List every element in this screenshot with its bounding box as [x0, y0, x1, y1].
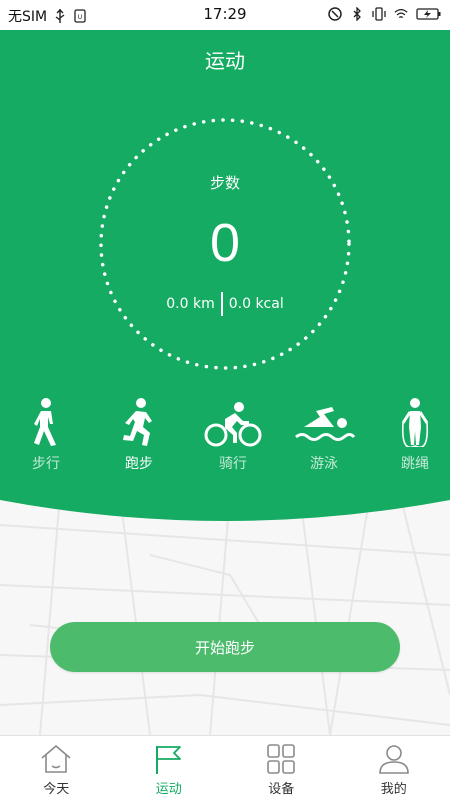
user-icon	[378, 745, 409, 774]
battery-charging-icon	[416, 6, 442, 22]
mode-jump-rope[interactable]: 跳绳	[375, 397, 450, 482]
tab-devices[interactable]: 设备	[225, 736, 338, 800]
stats-row: 0.0 km 0.0 kcal	[0, 292, 450, 316]
swimming-icon	[295, 407, 356, 441]
sport-modes: 步行 跑步 骑行 游泳 跳绳	[0, 397, 450, 482]
bottom-tab-bar: 今天 运动 设备 我的	[0, 735, 450, 800]
steps-value: 0	[209, 213, 241, 273]
running-icon	[123, 398, 152, 446]
vibrate-icon	[372, 6, 386, 22]
flag-icon	[155, 746, 181, 774]
mode-swimming[interactable]: 游泳	[284, 397, 364, 482]
dnd-icon	[328, 6, 342, 22]
bluetooth-icon	[350, 6, 364, 22]
mode-running[interactable]: 跑步	[99, 397, 179, 482]
mode-label-walking: 步行	[32, 456, 60, 472]
mode-label-cycling: 骑行	[219, 456, 247, 472]
steps-label: 步数	[209, 174, 240, 192]
tab-mine[interactable]: 我的	[338, 736, 450, 800]
mode-cycling[interactable]: 骑行	[193, 397, 273, 482]
calories-value: 0.0 kcal	[228, 296, 284, 312]
stats-divider	[220, 292, 223, 316]
start-run-button[interactable]: 开始跑步	[50, 622, 400, 672]
mode-label-running: 跑步	[125, 456, 153, 472]
mode-walking[interactable]: 步行	[6, 397, 86, 482]
mode-label-jump-rope: 跳绳	[401, 456, 429, 472]
tab-label-devices: 设备	[268, 782, 295, 797]
wifi-icon	[394, 6, 408, 22]
grid-icon	[267, 744, 296, 774]
page-title: 运动	[205, 49, 245, 73]
distance-value: 0.0 km	[166, 296, 215, 312]
mode-label-swimming: 游泳	[310, 456, 338, 472]
tab-label-mine: 我的	[380, 782, 407, 797]
tab-sport[interactable]: 运动	[113, 736, 226, 800]
status-bar: 无SIM U 17:29	[0, 0, 450, 30]
walking-icon	[34, 398, 56, 446]
tab-today[interactable]: 今天	[0, 736, 113, 800]
cycling-icon	[204, 402, 262, 447]
hero-curve	[0, 492, 450, 521]
jump-rope-icon	[401, 398, 429, 447]
status-right	[328, 6, 442, 22]
tab-label-today: 今天	[43, 782, 70, 797]
home-icon	[41, 745, 71, 773]
tab-label-sport: 运动	[155, 782, 182, 797]
